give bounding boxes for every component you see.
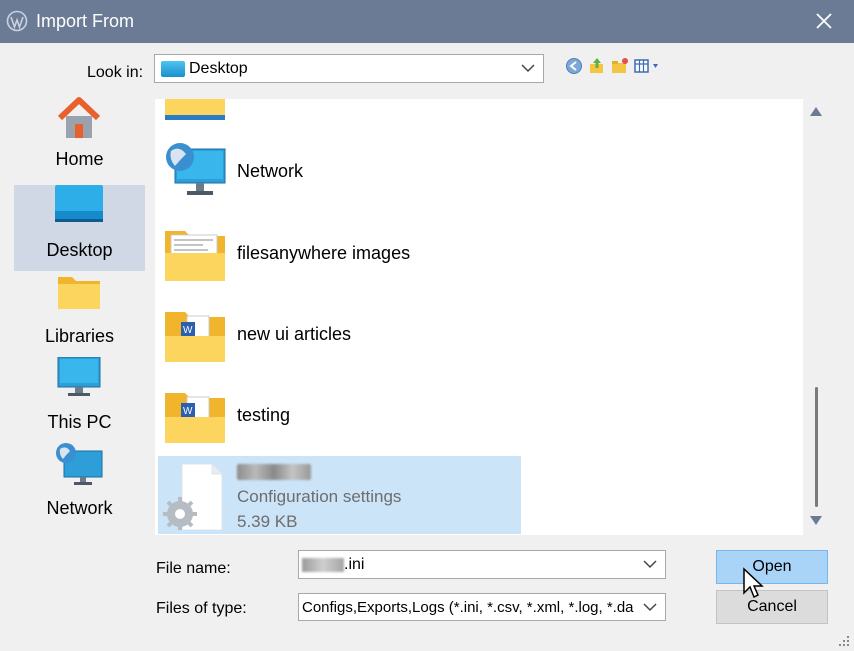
list-item[interactable]: Network bbox=[155, 137, 803, 207]
file-name: Network bbox=[237, 161, 304, 181]
libraries-icon bbox=[58, 277, 100, 309]
svg-text:W: W bbox=[183, 325, 193, 336]
chevron-down-icon[interactable] bbox=[643, 559, 657, 569]
file-name: filesanywhere images bbox=[237, 243, 411, 263]
wordpress-logo-icon bbox=[6, 10, 28, 32]
scroll-up-icon[interactable] bbox=[809, 105, 823, 117]
place-label: Home bbox=[55, 149, 104, 169]
places-sidebar: Home Desktop Libraries This PC Network bbox=[14, 97, 145, 530]
title-bar: Import From bbox=[0, 0, 854, 43]
file-type-label: Files of type: bbox=[156, 600, 247, 617]
window-title: Import From bbox=[36, 11, 135, 31]
new-folder-icon[interactable] bbox=[611, 57, 629, 75]
svg-text:W: W bbox=[183, 406, 193, 417]
back-icon[interactable] bbox=[565, 57, 583, 75]
place-label: This PC bbox=[47, 412, 112, 432]
close-icon[interactable] bbox=[812, 9, 836, 33]
place-home[interactable]: Home bbox=[14, 94, 145, 180]
chevron-down-icon bbox=[643, 602, 657, 612]
list-item[interactable]: W new ui articles bbox=[155, 300, 803, 370]
place-network[interactable]: Network bbox=[14, 443, 145, 529]
file-name-label: File name: bbox=[156, 560, 231, 577]
place-this-pc[interactable]: This PC bbox=[14, 357, 145, 443]
file-list[interactable]: Network filesanywhere images W new ui ar… bbox=[155, 99, 803, 535]
folder-icon bbox=[165, 99, 225, 120]
file-name: new ui articles bbox=[237, 324, 352, 344]
network-icon bbox=[166, 143, 226, 195]
open-button[interactable]: Open bbox=[716, 550, 828, 584]
scrollbar-thumb[interactable] bbox=[815, 387, 818, 507]
place-label: Libraries bbox=[44, 326, 115, 346]
file-size-text: 5.39 KB bbox=[237, 512, 298, 531]
place-desktop[interactable]: Desktop bbox=[14, 185, 145, 271]
place-label: Network bbox=[46, 498, 113, 518]
resize-grip-icon[interactable] bbox=[838, 635, 850, 647]
config-file-icon bbox=[163, 464, 223, 530]
up-folder-icon[interactable] bbox=[588, 57, 606, 75]
folder-word-icon: W bbox=[165, 312, 225, 362]
blurred-filename bbox=[302, 558, 344, 572]
desktop-icon bbox=[161, 61, 185, 77]
file-type-dropdown[interactable]: Configs,Exports,Logs (*.ini, *.csv, *.xm… bbox=[298, 593, 666, 621]
file-name-field[interactable]: .ini bbox=[298, 550, 666, 579]
folder-icon bbox=[165, 231, 225, 281]
cancel-button[interactable]: Cancel bbox=[716, 590, 828, 624]
home-icon bbox=[57, 97, 101, 138]
look-in-value: Desktop bbox=[189, 60, 248, 77]
list-item[interactable]: filesanywhere images bbox=[155, 219, 803, 289]
scroll-down-icon[interactable] bbox=[809, 515, 823, 527]
vertical-scrollbar[interactable] bbox=[806, 99, 826, 535]
network-icon bbox=[56, 443, 103, 485]
this-pc-icon bbox=[57, 357, 101, 396]
selected-file-item[interactable]: Configuration settings 5.39 KB bbox=[158, 456, 521, 534]
desktop-icon bbox=[55, 185, 103, 222]
file-name-suffix: .ini bbox=[344, 556, 365, 573]
list-item[interactable]: W testing bbox=[155, 381, 803, 451]
chevron-down-icon bbox=[521, 64, 535, 73]
view-menu-icon[interactable] bbox=[634, 57, 666, 75]
file-type-text: Configuration settings bbox=[237, 487, 402, 506]
place-libraries[interactable]: Libraries bbox=[14, 271, 145, 357]
place-label: Desktop bbox=[46, 240, 113, 260]
blurred-filename bbox=[237, 464, 311, 485]
folder-word-icon: W bbox=[165, 393, 225, 443]
look-in-label: Look in: bbox=[87, 64, 144, 81]
look-in-dropdown[interactable]: Desktop bbox=[154, 54, 544, 83]
file-name: testing bbox=[237, 405, 291, 425]
file-type-value: Configs,Exports,Logs (*.ini, *.csv, *.xm… bbox=[302, 599, 634, 616]
mouse-cursor-icon bbox=[743, 567, 764, 599]
